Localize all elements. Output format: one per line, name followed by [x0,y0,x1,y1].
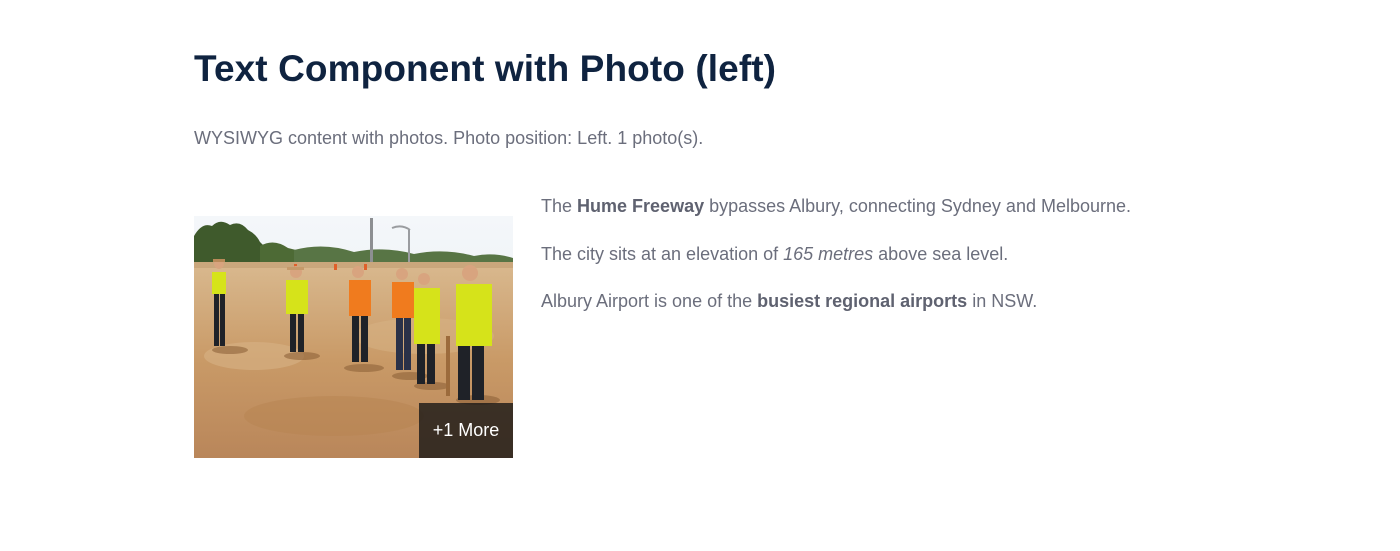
paragraph-2: The city sits at an elevation of 165 met… [541,243,1241,265]
paragraph-2-text-start: The city sits at an elevation of [541,243,784,264]
text-content: The Hume Freeway bypasses Albury, connec… [541,195,1241,338]
paragraph-3-text-end: in NSW. [967,291,1038,311]
paragraph-3-bold: busiest regional airports [757,291,968,311]
more-photos-button[interactable]: +1 More [419,403,513,458]
paragraph-1: The Hume Freeway bypasses Albury, connec… [541,195,1241,217]
page-title: Text Component with Photo (left) [194,48,777,89]
paragraph-3: Albury Airport is one of the busiest reg… [541,290,1241,312]
intro-text: WYSIWYG content with photos. Photo posit… [194,128,704,148]
photo-gallery[interactable]: +1 More [194,216,513,458]
paragraph-1-bold: Hume Freeway [577,196,705,216]
paragraph-2-text-end: above sea level. [873,243,1009,264]
page: Text Component with Photo (left) WYSIWYG… [0,0,1400,551]
paragraph-1-text-start: The [541,196,578,216]
paragraph-2-italic: 165 metres [783,243,874,264]
paragraph-3-text-start: Albury Airport is one of the [541,291,758,311]
paragraph-1-text-end: bypasses Albury, connecting Sydney and M… [704,196,1132,216]
